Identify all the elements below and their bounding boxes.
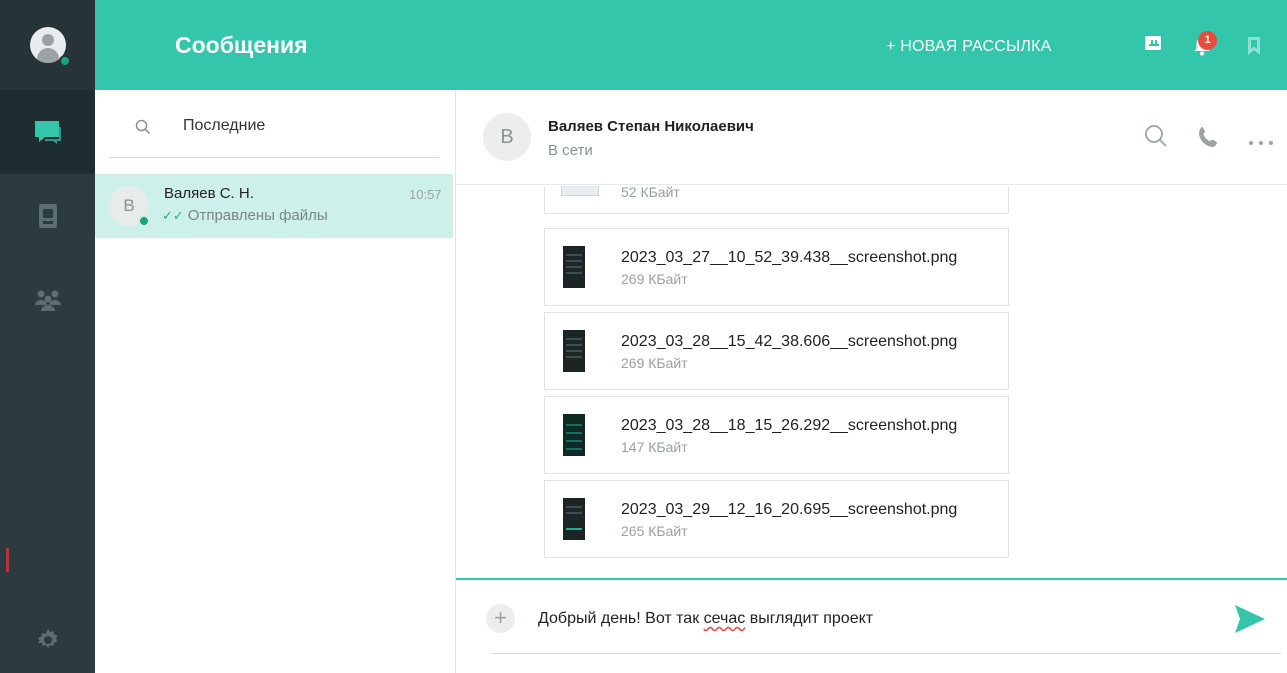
new-broadcast-button[interactable]: + НОВАЯ РАССЫЛКА [886, 38, 1052, 56]
chat-search[interactable]: Последние [109, 110, 439, 158]
message-list[interactable]: 52 КБайт 2023_03_27__10_52_39.438__scree… [456, 186, 1287, 578]
file-attachment[interactable]: 2023_03_29__12_16_20.695__screenshot.png… [544, 480, 1009, 558]
phone-icon[interactable] [1197, 125, 1221, 154]
conversation-header: В Валяев Степан Николаевич В сети [456, 90, 1287, 185]
message-input[interactable]: Добрый день! Вот так сечас выглядит прое… [538, 610, 873, 628]
contacts-book-icon[interactable] [1144, 34, 1162, 57]
settings-icon [36, 628, 60, 652]
message-composer: + Добрый день! Вот так сечас выглядит пр… [456, 578, 1287, 673]
file-name: 2023_03_29__12_16_20.695__screenshot.png [621, 501, 958, 518]
bookmark-icon[interactable] [1246, 36, 1262, 61]
file-thumbnail [561, 186, 599, 196]
contact-name: Валяев Степан Николаевич [548, 118, 754, 135]
notifications-badge: 1 [1198, 31, 1217, 50]
file-name: 2023_03_28__18_15_26.292__screenshot.png [621, 417, 958, 434]
avatar: В [109, 186, 150, 227]
file-thumbnail [563, 246, 585, 288]
chat-contact-name: Валяев С. Н. [164, 185, 254, 202]
send-icon[interactable] [1234, 604, 1266, 639]
rail-marker [6, 548, 9, 572]
file-thumbnail [563, 414, 585, 456]
file-size: 147 КБайт [621, 439, 688, 455]
file-size: 269 КБайт [621, 355, 688, 371]
file-size: 52 КБайт [621, 186, 680, 200]
rail-profile[interactable] [0, 0, 95, 90]
file-attachment[interactable]: 2023_03_28__18_15_26.292__screenshot.png… [544, 396, 1009, 474]
groups-icon [33, 288, 63, 312]
rail-item-settings[interactable] [0, 606, 95, 673]
file-attachment[interactable]: 2023_03_27__10_52_39.438__screenshot.png… [544, 228, 1009, 306]
chat-list-pane: Последние В Валяев С. Н. 10:57 ✓✓ Отправл… [95, 90, 456, 673]
top-header: Сообщения + НОВАЯ РАССЫЛКА 1 [95, 0, 1287, 90]
file-size: 265 КБайт [621, 523, 688, 539]
chat-time: 10:57 [409, 187, 442, 202]
rail-item-contacts[interactable] [0, 174, 95, 258]
avatar: В [483, 113, 531, 161]
page-title: Сообщения [175, 32, 308, 58]
online-status-dot [59, 55, 71, 67]
search-icon[interactable] [1144, 124, 1168, 153]
file-attachment[interactable]: 2023_03_28__15_42_38.606__screenshot.png… [544, 312, 1009, 390]
double-check-icon: ✓✓ [162, 208, 184, 223]
file-name: 2023_03_28__15_42_38.606__screenshot.png [621, 333, 958, 350]
conversation-pane: В Валяев Степан Николаевич В сети 52 КБа… [456, 90, 1287, 673]
file-attachment[interactable]: 52 КБайт [544, 186, 1009, 214]
rail-item-messages[interactable] [0, 90, 95, 174]
chat-list-item[interactable]: В Валяев С. Н. 10:57 ✓✓ Отправлены файлы [95, 174, 453, 238]
chat-filter-label[interactable]: Последние [183, 117, 265, 135]
chat-preview: ✓✓ Отправлены файлы [162, 207, 328, 224]
file-name: 2023_03_27__10_52_39.438__screenshot.png [621, 249, 958, 266]
more-icon[interactable] [1248, 133, 1274, 151]
file-thumbnail [563, 498, 585, 540]
contacts-icon [37, 203, 59, 229]
input-underline [491, 653, 1281, 654]
file-size: 269 КБайт [621, 271, 688, 287]
search-icon [135, 119, 151, 140]
file-thumbnail [563, 330, 585, 372]
attach-button[interactable]: + [486, 604, 515, 633]
left-rail [0, 0, 95, 673]
contact-status: В сети [548, 142, 593, 159]
online-status-dot [138, 215, 150, 227]
messages-icon [33, 119, 63, 145]
chat-preview-text: Отправлены файлы [187, 207, 328, 224]
rail-item-groups[interactable] [0, 258, 95, 342]
